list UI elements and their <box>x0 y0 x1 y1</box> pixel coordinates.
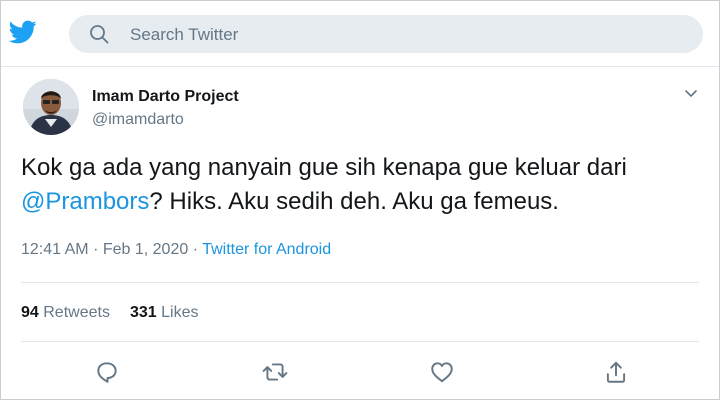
author-name[interactable]: Imam Darto Project <box>92 88 239 106</box>
mention-link[interactable]: @Prambors <box>21 188 149 215</box>
avatar[interactable] <box>23 79 79 135</box>
tweet-source[interactable]: Twitter for Android <box>202 241 331 258</box>
likes-count: 331 <box>129 304 157 321</box>
likes-label: Likes <box>161 304 199 321</box>
tweet-stats: 94 Retweets 331 Likes <box>21 304 198 322</box>
tweet-text-before: Kok ga ada yang nanyain gue sih kenapa g… <box>21 154 627 181</box>
reply-icon[interactable] <box>94 359 120 385</box>
author-handle[interactable]: @imamdarto <box>92 111 184 129</box>
meta-separator: · <box>192 241 203 258</box>
meta-separator: · <box>93 241 103 258</box>
avatar-photo <box>23 79 79 135</box>
tweet-time[interactable]: 12:41 AM <box>21 241 89 258</box>
search-icon <box>90 25 109 44</box>
chevron-down-icon[interactable] <box>683 85 699 101</box>
share-icon[interactable] <box>603 359 629 385</box>
divider <box>21 341 699 342</box>
top-bar: Search Twitter <box>1 1 719 67</box>
tweet-meta: 12:41 AM · Feb 1, 2020 · Twitter for And… <box>21 241 331 259</box>
retweets-count: 94 <box>21 304 39 321</box>
retweet-icon[interactable] <box>262 359 288 385</box>
tweet-text: Kok ga ada yang nanyain gue sih kenapa g… <box>21 151 701 219</box>
search-placeholder: Search Twitter <box>130 25 239 44</box>
twitter-bird-icon[interactable] <box>7 18 39 46</box>
tweet-date[interactable]: Feb 1, 2020 <box>103 241 188 258</box>
likes-stat[interactable]: 331 Likes <box>130 304 199 321</box>
tweet-text-after: ? Hiks. Aku sedih deh. Aku ga femeus. <box>149 188 559 215</box>
search-input[interactable]: Search Twitter <box>69 15 703 53</box>
retweets-label: Retweets <box>43 304 110 321</box>
retweets-stat[interactable]: 94 Retweets <box>21 304 110 321</box>
divider <box>21 282 699 283</box>
like-icon[interactable] <box>429 359 455 385</box>
